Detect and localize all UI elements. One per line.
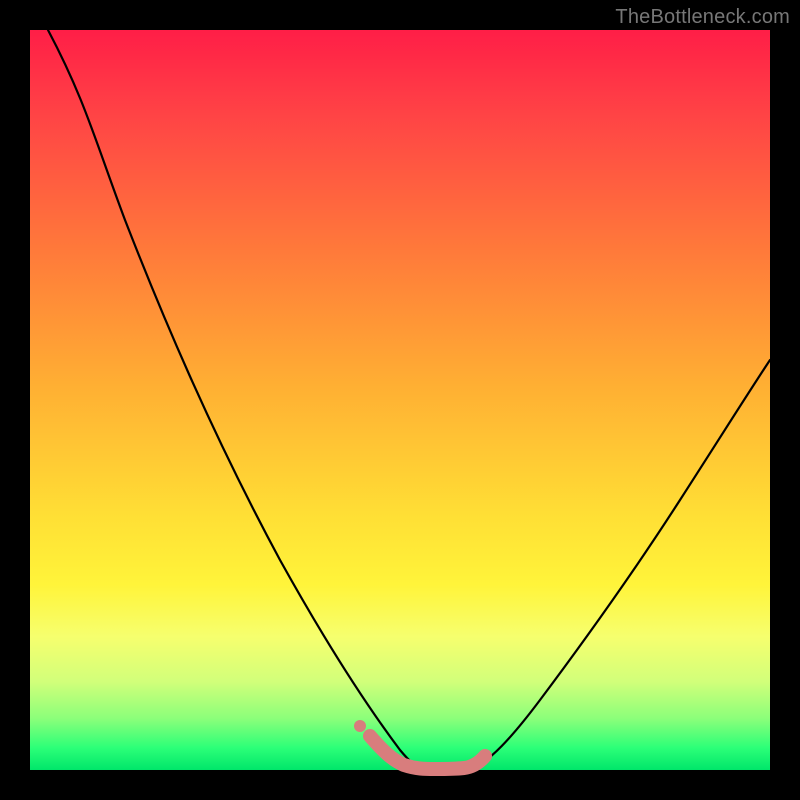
highlight-segment: [370, 736, 485, 769]
watermark-text: TheBottleneck.com: [615, 6, 790, 29]
outer-frame: TheBottleneck.com: [0, 0, 800, 800]
left-curve: [48, 30, 420, 768]
right-curve: [474, 360, 770, 768]
plot-area: [30, 30, 770, 770]
curve-layer: [30, 30, 770, 770]
highlight-dot-left: [354, 720, 366, 732]
